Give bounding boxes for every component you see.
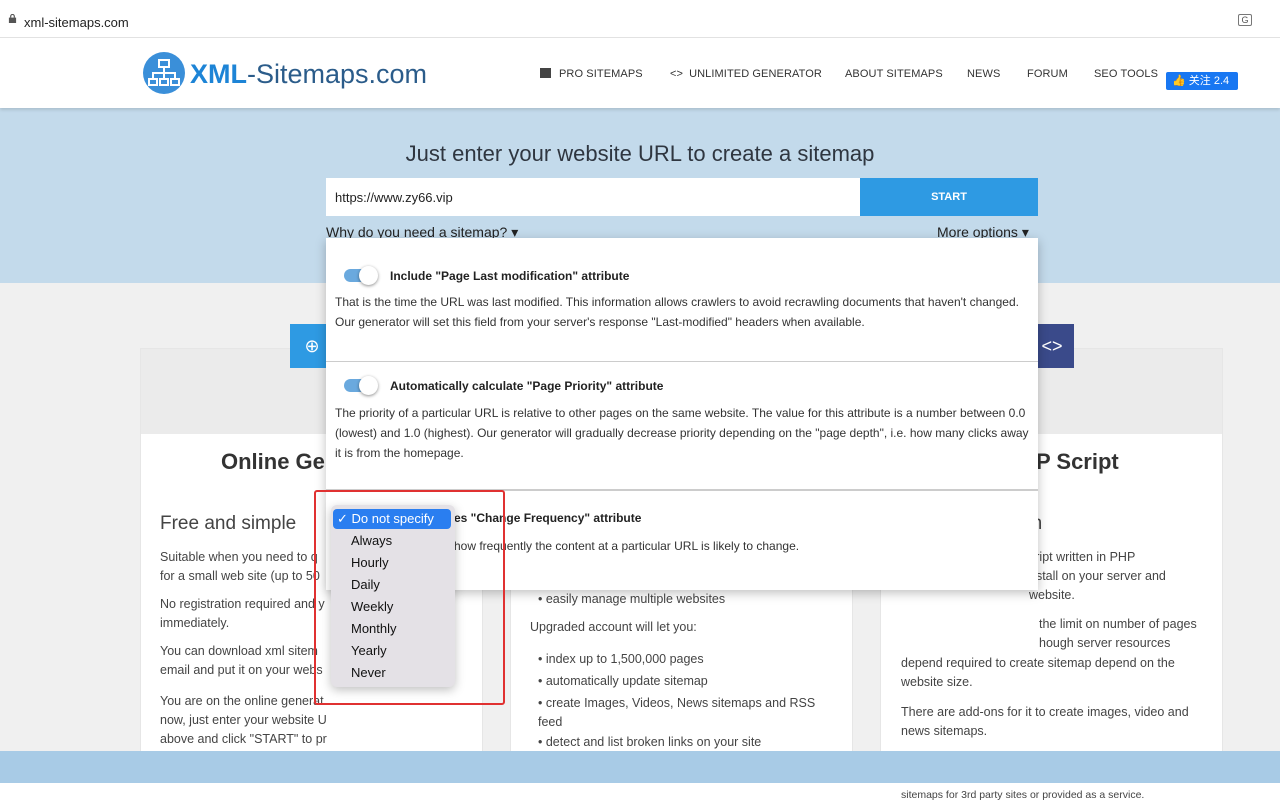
priority-toggle[interactable] <box>344 376 378 395</box>
nav-label: PRO SITEMAPS <box>559 68 643 80</box>
list-item: • detect and list broken links on your s… <box>538 735 762 749</box>
nav-news[interactable]: NEWS <box>967 68 1000 80</box>
thumbs-up-icon: 👍 <box>1172 75 1186 87</box>
card-text: depend required to create sitemap depend… <box>901 656 1175 689</box>
pro-sitemaps-card: • easily manage multiple websites Upgrad… <box>510 568 853 768</box>
list-item-text: detect and list broken links on your sit… <box>545 735 762 749</box>
list-item: • create Images, Videos, News sitemaps a… <box>538 696 816 729</box>
nav-label: UNLIMITED GENERATOR <box>689 68 822 80</box>
address-text[interactable]: xml-sitemaps.com <box>24 15 129 30</box>
facebook-follow-button[interactable]: 👍 关注 2.4 <box>1166 72 1238 90</box>
list-item-text: index up to 1,500,000 pages <box>545 652 704 666</box>
fb-label: 关注 2.4 <box>1188 75 1230 87</box>
option-description: how frequently the content at a particul… <box>454 539 800 553</box>
footer-bar <box>0 751 1280 783</box>
list-item-text: easily manage multiple websites <box>545 592 726 606</box>
logo-rest: -Sitemaps.com <box>247 59 428 89</box>
pro-sitemaps-icon <box>540 68 551 78</box>
upgraded-text: Upgraded account will let you: <box>530 620 697 634</box>
card-title: Online Ge <box>221 449 325 474</box>
lastmod-toggle[interactable] <box>344 266 378 285</box>
list-item-text: create Images, Videos, News sitemaps and… <box>538 696 816 729</box>
translate-icon[interactable]: G <box>1238 14 1252 26</box>
card-text: the limit on number of pages hough serve… <box>1039 617 1197 650</box>
option-description: That is the time the URL was last modifi… <box>335 295 1019 329</box>
option-description: The priority of a particular URL is rela… <box>335 406 1029 460</box>
hero-title: Just enter your website URL to create a … <box>405 141 875 166</box>
nav-unlimited-generator[interactable]: <> UNLIMITED GENERATOR <box>670 68 822 80</box>
list-item-text: automatically update sitemap <box>545 674 708 688</box>
list-item: • easily manage multiple websites <box>538 592 726 606</box>
list-item: • index up to 1,500,000 pages <box>538 652 704 666</box>
sitemap-logo-icon[interactable] <box>143 52 185 94</box>
highlight-box <box>314 490 505 705</box>
start-button[interactable]: START <box>860 178 1038 216</box>
card-subtitle: Free and simple <box>160 513 297 534</box>
card-title: P Script <box>1036 449 1119 474</box>
code-icon: <> <box>670 68 684 80</box>
option-last-modification: Include "Page Last modification" attribu… <box>326 238 1038 361</box>
site-header: XML-Sitemaps.com PRO SITEMAPS <> UNLIMITE… <box>0 38 1280 108</box>
list-item: • automatically update sitemap <box>538 674 708 688</box>
lock-icon <box>8 14 17 23</box>
card-text: cript written in PHP nstall on your serv… <box>1029 550 1166 602</box>
nav-pro-sitemaps[interactable]: PRO SITEMAPS <box>540 68 643 80</box>
url-input[interactable] <box>326 178 860 216</box>
browser-address-bar: xml-sitemaps.com G <box>0 0 1280 38</box>
option-title: Automatically calculate "Page Priority" … <box>390 379 664 393</box>
logo-wordmark[interactable]: XML-Sitemaps.com <box>190 59 427 90</box>
option-page-priority: Automatically calculate "Page Priority" … <box>326 361 1038 489</box>
nav-about-sitemaps[interactable]: ABOUT SITEMAPS <box>845 68 943 80</box>
logo-bold: XML <box>190 59 247 89</box>
option-title: Include "Page Last modification" attribu… <box>390 269 630 283</box>
nav-forum[interactable]: FORUM <box>1027 68 1068 80</box>
nav-seo-tools[interactable]: SEO TOOLS <box>1094 68 1158 80</box>
card-text: There are add-ons for it to create image… <box>901 705 1189 738</box>
